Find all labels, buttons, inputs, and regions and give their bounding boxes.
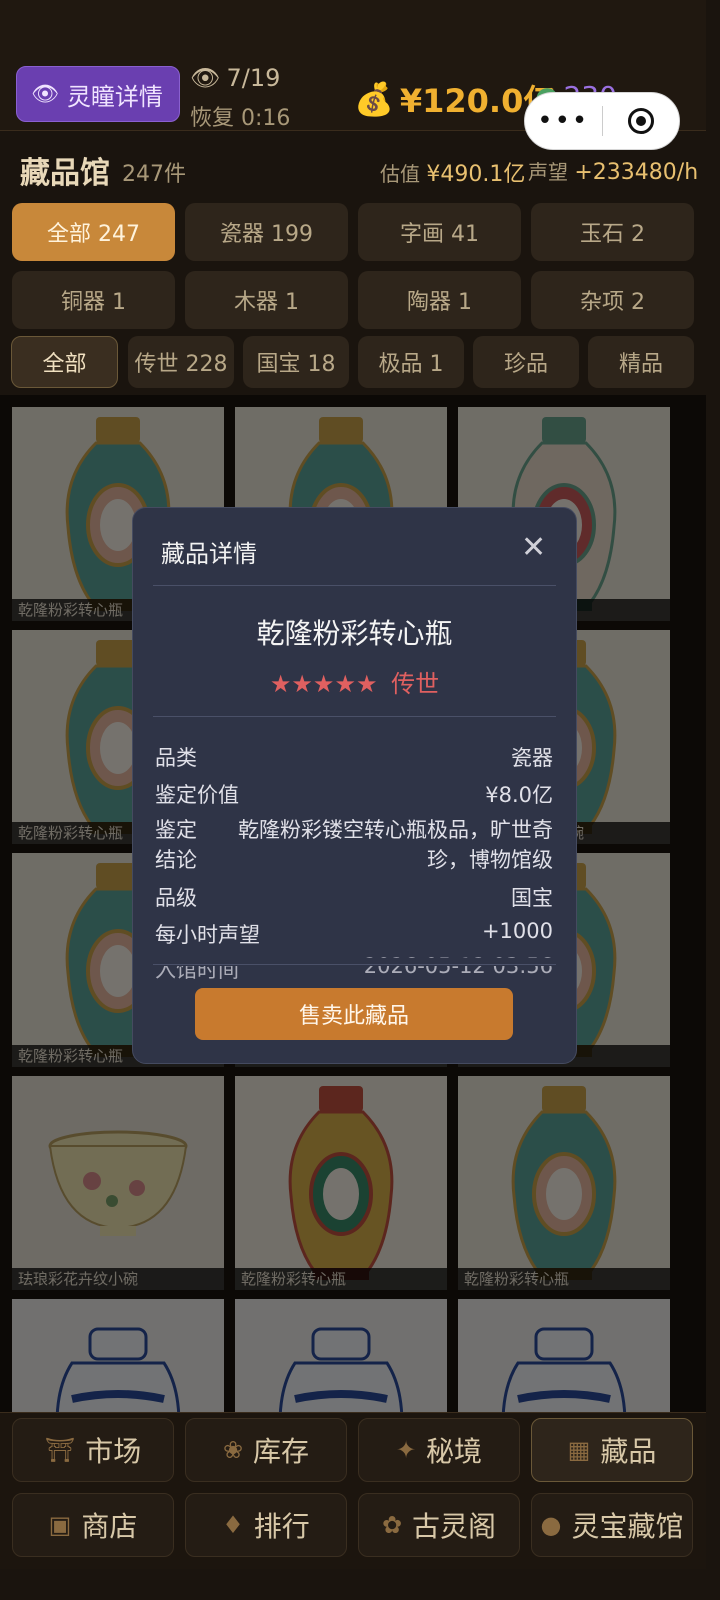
miniprogram-capsule: ••• <box>524 92 680 150</box>
page-title: 藏品馆 <box>20 156 110 191</box>
detail-row-conclusion: 鉴定结论 乾隆粉彩镂空转心瓶极品，旷世奇珍，博物馆级 <box>155 818 553 872</box>
nav-collection[interactable]: ▦ 藏品 <box>531 1418 693 1482</box>
nav-inventory[interactable]: ❀ 库存 <box>185 1418 347 1482</box>
eye-icon: 👁 <box>190 64 221 92</box>
market-icon: ⛩ <box>44 1436 76 1464</box>
item-rating: ★★★★★ 传世 <box>133 664 576 699</box>
divider <box>153 716 556 717</box>
treasure-icon: ● <box>540 1511 562 1539</box>
detail-row-grade: 品级 国宝 <box>155 886 553 910</box>
grade-tag: 传世 <box>391 670 440 698</box>
pavilion-icon: ✿ <box>381 1511 403 1539</box>
filter-category-porcelain[interactable]: 瓷器 199 <box>185 203 348 261</box>
filter-grade-superb[interactable]: 极品 1 <box>358 336 464 388</box>
nav-pavilion[interactable]: ✿ 古灵阁 <box>358 1493 520 1557</box>
eye-icon: 👁 <box>31 81 59 107</box>
filter-category-jade[interactable]: 玉石 2 <box>531 203 694 261</box>
filter-grade-rare[interactable]: 珍品 <box>473 336 579 388</box>
reputation: 声望 +233480/h <box>528 160 699 185</box>
detail-row-category: 品类 瓷器 <box>155 746 553 770</box>
divider <box>153 585 556 586</box>
filter-category-pottery[interactable]: 陶器 1 <box>358 271 521 329</box>
item-name: 乾隆粉彩转心瓶 <box>256 617 453 650</box>
estimate: 估值 ¥490.1亿 <box>380 162 526 187</box>
money-bag-icon: 💰 <box>354 80 394 118</box>
filter-grade-fine[interactable]: 精品 <box>588 336 694 388</box>
detail-row-reputation: 每小时声望 +1000 <box>155 919 553 947</box>
more-icon[interactable]: ••• <box>525 106 602 136</box>
filter-category-bronze[interactable]: 铜器 1 <box>12 271 175 329</box>
modal-title: 藏品详情 <box>161 540 257 568</box>
star-rating: ★★★★★ <box>269 670 378 698</box>
close-miniprogram-button[interactable] <box>603 108 680 134</box>
filter-grade-all[interactable]: 全部 <box>11 336 118 388</box>
inventory-icon: ❀ <box>222 1436 244 1464</box>
shop-icon: ▣ <box>48 1511 72 1539</box>
collection-icon: ▦ <box>567 1436 591 1464</box>
filter-grade-heirloom[interactable]: 传世 228 <box>128 336 234 388</box>
realm-icon: ✦ <box>395 1436 417 1464</box>
nav-rank[interactable]: ♦ 排行 <box>185 1493 347 1557</box>
detail-row-value: 鉴定价值 ¥8.0亿 <box>155 783 553 807</box>
eye-button-label: 灵瞳详情 <box>66 82 163 111</box>
item-detail-modal: 藏品详情 ✕ 乾隆粉彩转心瓶 ★★★★★ 传世 品类 瓷器 鉴定价值 ¥8.0亿 鉴… <box>132 507 577 1064</box>
eye-count: 👁 7/19 <box>190 64 281 92</box>
filter-category-painting[interactable]: 字画 41 <box>358 203 521 261</box>
item-count: 247件 <box>122 162 186 187</box>
filter-category-misc[interactable]: 杂项 2 <box>531 271 694 329</box>
filter-category-wood[interactable]: 木器 1 <box>185 271 348 329</box>
nav-market[interactable]: ⛩ 市场 <box>12 1418 174 1482</box>
spirit-eye-details-button[interactable]: 👁 灵瞳详情 <box>16 66 180 122</box>
rank-icon: ♦ <box>222 1511 244 1539</box>
divider <box>153 964 556 965</box>
nav-shop[interactable]: ▣ 商店 <box>12 1493 174 1557</box>
recover-timer: 恢复 0:16 <box>190 106 291 131</box>
target-icon <box>627 108 654 134</box>
sell-item-button[interactable]: 售卖此藏品 <box>195 988 513 1040</box>
close-icon[interactable]: ✕ <box>521 530 546 565</box>
nav-treasure[interactable]: ● 灵宝藏馆 <box>531 1493 693 1557</box>
filter-category-all[interactable]: 全部 247 <box>12 203 175 261</box>
nav-realm[interactable]: ✦ 秘境 <box>358 1418 520 1482</box>
filter-grade-national[interactable]: 国宝 18 <box>243 336 349 388</box>
